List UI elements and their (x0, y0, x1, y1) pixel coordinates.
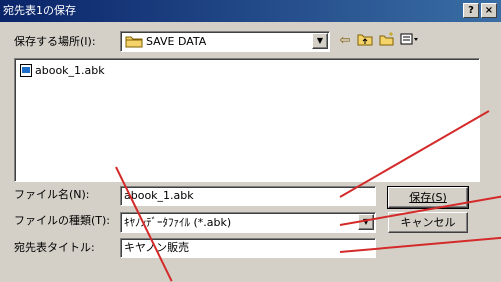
chevron-down-icon[interactable]: ▼ (312, 33, 328, 49)
file-list[interactable]: abook_1.abk (14, 58, 480, 182)
file-name: abook_1.abk (35, 64, 105, 77)
filetype-dropdown[interactable]: ｷﾔﾉﾝﾃﾞｰﾀﾌｧｲﾙ (*.abk) ▼ (120, 212, 376, 233)
file-icon (20, 64, 32, 77)
title-label: 宛先表タイトル: (14, 241, 95, 254)
back-arrow-icon[interactable]: ⇦ (336, 32, 354, 50)
filename-label: ファイル名(N): (14, 188, 90, 201)
save-button-label: 保存(S) (409, 191, 447, 204)
location-dropdown[interactable]: SAVE DATA ▼ (120, 31, 330, 52)
view-menu-icon[interactable] (400, 32, 420, 50)
filetype-value: ｷﾔﾉﾝﾃﾞｰﾀﾌｧｲﾙ (*.abk) (124, 216, 232, 229)
title-bar: 宛先表1の保存 (0, 0, 501, 22)
up-folder-icon[interactable] (356, 32, 374, 50)
new-folder-icon[interactable] (378, 32, 396, 50)
filename-input[interactable]: abook_1.abk (120, 186, 376, 206)
location-label: 保存する場所(I): (14, 35, 96, 48)
close-button[interactable]: × (481, 3, 497, 18)
filetype-label: ファイルの種類(T): (14, 214, 111, 227)
folder-icon (125, 34, 143, 48)
location-value: SAVE DATA (146, 35, 207, 48)
window-title: 宛先表1の保存 (3, 4, 76, 17)
cancel-button-label: キャンセル (400, 216, 456, 229)
help-button[interactable]: ? (463, 3, 479, 18)
